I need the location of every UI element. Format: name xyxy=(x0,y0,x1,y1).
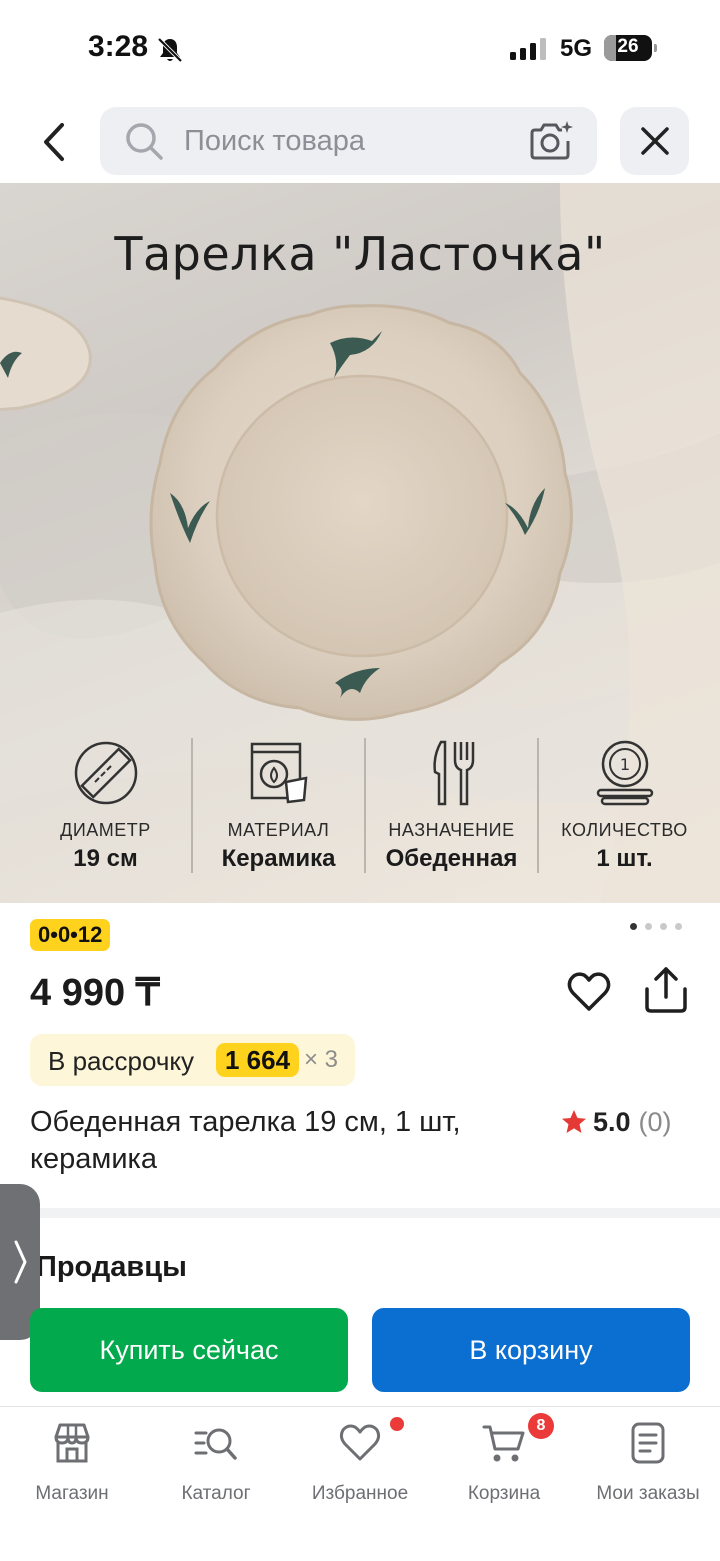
sellers-title: Продавцы xyxy=(36,1251,187,1283)
share-icon[interactable] xyxy=(643,965,689,1015)
chevron-left-icon xyxy=(44,123,64,161)
nav-item-store[interactable]: Магазин xyxy=(0,1421,144,1511)
search-icon xyxy=(126,123,163,160)
pager-dot[interactable] xyxy=(630,923,637,930)
product-price: 4 990 ₸ xyxy=(30,972,160,1014)
orders-icon xyxy=(631,1422,665,1464)
installment-offer[interactable]: В рассрочку 1 664 × 3 xyxy=(30,1034,355,1086)
chevron-right-icon xyxy=(14,1240,27,1284)
pager-dot[interactable] xyxy=(660,923,667,930)
store-icon xyxy=(54,1423,90,1463)
nav-item-cart[interactable]: Корзина xyxy=(432,1421,576,1511)
nav-label: Магазин xyxy=(35,1483,109,1504)
section-divider xyxy=(0,1208,720,1218)
svg-text:1: 1 xyxy=(619,755,629,774)
buy-now-button[interactable]: Купить сейчас xyxy=(30,1308,348,1392)
camera-icon[interactable] xyxy=(528,119,574,163)
installment-times: × 3 xyxy=(304,1046,339,1073)
nav-label: Избранное xyxy=(311,1483,409,1504)
close-button[interactable] xyxy=(620,107,689,175)
rating-count: (0) xyxy=(638,1106,672,1137)
pager-dot[interactable] xyxy=(645,923,652,930)
nav-label: Мои заказы xyxy=(596,1483,700,1504)
feature-value: 1 шт. xyxy=(596,845,653,872)
ruler-icon xyxy=(74,741,137,805)
kiln-icon xyxy=(250,742,307,804)
installment-amount: 1 664 xyxy=(216,1043,300,1077)
installment-label: В рассрочку xyxy=(48,1046,195,1076)
favorites-notification-dot xyxy=(390,1417,404,1431)
plate-stack-icon: 1 xyxy=(596,740,653,806)
nav-item-favorites[interactable]: Избранное xyxy=(288,1421,432,1511)
back-button[interactable] xyxy=(28,112,80,172)
feature-label: МАТЕРИАЛ xyxy=(227,820,330,840)
bottom-navigation: Магазин Каталог Избранное Корзина 8 Мои … xyxy=(0,1406,720,1561)
feature-label: ДИАМЕТР xyxy=(60,820,151,840)
nav-label: Каталог xyxy=(181,1483,251,1504)
battery-level: 26 xyxy=(617,36,639,57)
status-bar: 3:28 5G 26 xyxy=(0,0,720,100)
feature-diameter: ДИАМЕТР 19 см xyxy=(20,738,193,873)
rating-value: 5.0 xyxy=(593,1106,631,1137)
battery-icon: 26 xyxy=(604,35,657,61)
cart-count-badge: 8 xyxy=(528,1413,554,1439)
nav-label: Корзина xyxy=(467,1483,541,1504)
product-info-card: 0•0•12 4 990 ₸ В рассрочку 1 664 × 3 Обе… xyxy=(0,903,720,1208)
product-image-gallery[interactable]: Тарелка "Ласточка" ДИАМЕТР 19 см МАТЕРИА… xyxy=(0,183,720,903)
product-title: Обеденная тарелка 19 см, 1 шт, керамика xyxy=(30,1106,461,1175)
heart-icon[interactable] xyxy=(566,969,612,1015)
fork-knife-icon xyxy=(432,740,474,806)
pager-dot[interactable] xyxy=(675,923,682,930)
feature-purpose: НАЗНАЧЕНИЕ Обеденная xyxy=(366,738,539,873)
feature-value: 19 см xyxy=(73,845,138,872)
search-input[interactable] xyxy=(184,123,514,159)
nav-item-catalog[interactable]: Каталог xyxy=(144,1421,288,1511)
status-time: 3:28 xyxy=(88,30,149,63)
feature-value: Обеденная xyxy=(385,845,518,872)
product-rating[interactable]: 5.0 (0) xyxy=(561,1105,672,1139)
feature-value: Керамика xyxy=(221,845,336,872)
heart-icon xyxy=(339,1424,381,1461)
bell-off-icon xyxy=(157,37,183,63)
catalog-search-icon xyxy=(194,1428,237,1460)
nav-item-orders[interactable]: Мои заказы xyxy=(576,1421,720,1511)
signal-icon xyxy=(510,38,546,60)
feature-label: КОЛИЧЕСТВО xyxy=(561,820,688,840)
network-label: 5G xyxy=(560,35,593,62)
timer-badge: 0•0•12 xyxy=(30,919,111,951)
search-box[interactable] xyxy=(100,107,597,175)
image-pager[interactable] xyxy=(630,923,690,933)
image-title: Тарелка "Ласточка" xyxy=(114,227,606,281)
star-icon xyxy=(562,1110,586,1133)
add-to-cart-button[interactable]: В корзину xyxy=(372,1308,690,1392)
feature-label: НАЗНАЧЕНИЕ xyxy=(388,820,515,840)
feature-quantity: 1 КОЛИЧЕСТВО 1 шт. xyxy=(539,738,710,873)
cart-icon xyxy=(482,1425,525,1462)
feature-material: МАТЕРИАЛ Керамика xyxy=(193,738,366,873)
close-icon xyxy=(640,127,669,155)
feature-strip: ДИАМЕТР 19 см МАТЕРИАЛ Керамика НАЗНАЧЕН… xyxy=(20,738,710,873)
